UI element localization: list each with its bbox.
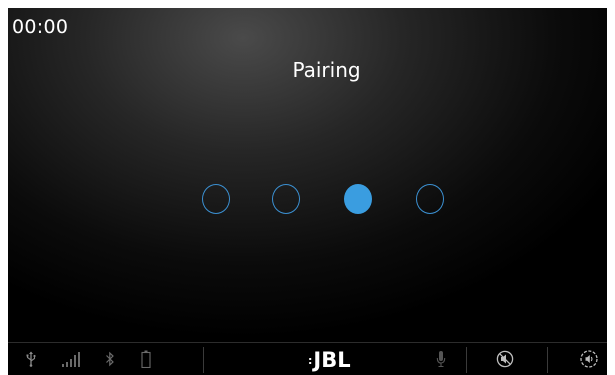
mute-icon[interactable] xyxy=(494,343,516,375)
microphone-icon[interactable] xyxy=(433,343,449,375)
bluetooth-icon xyxy=(102,343,118,375)
progress-dot-2 xyxy=(272,184,300,214)
clock: 00:00 xyxy=(12,16,69,38)
usb-icon xyxy=(22,343,40,375)
volume-icon[interactable] xyxy=(578,343,600,375)
progress-dot-1 xyxy=(202,184,230,214)
status-bar: : JBL xyxy=(8,342,607,375)
battery-icon xyxy=(138,343,154,375)
status-divider xyxy=(547,347,548,373)
progress-dot-3 xyxy=(344,184,372,214)
status-divider xyxy=(203,347,204,373)
progress-dot-4 xyxy=(416,184,444,214)
signal-icon xyxy=(60,343,82,375)
head-unit-screen: 00:00 Pairing: JBL xyxy=(8,8,607,375)
status-divider xyxy=(466,347,467,373)
page-title: Pairing xyxy=(292,58,361,82)
brand-logo: : JBL xyxy=(308,348,351,372)
